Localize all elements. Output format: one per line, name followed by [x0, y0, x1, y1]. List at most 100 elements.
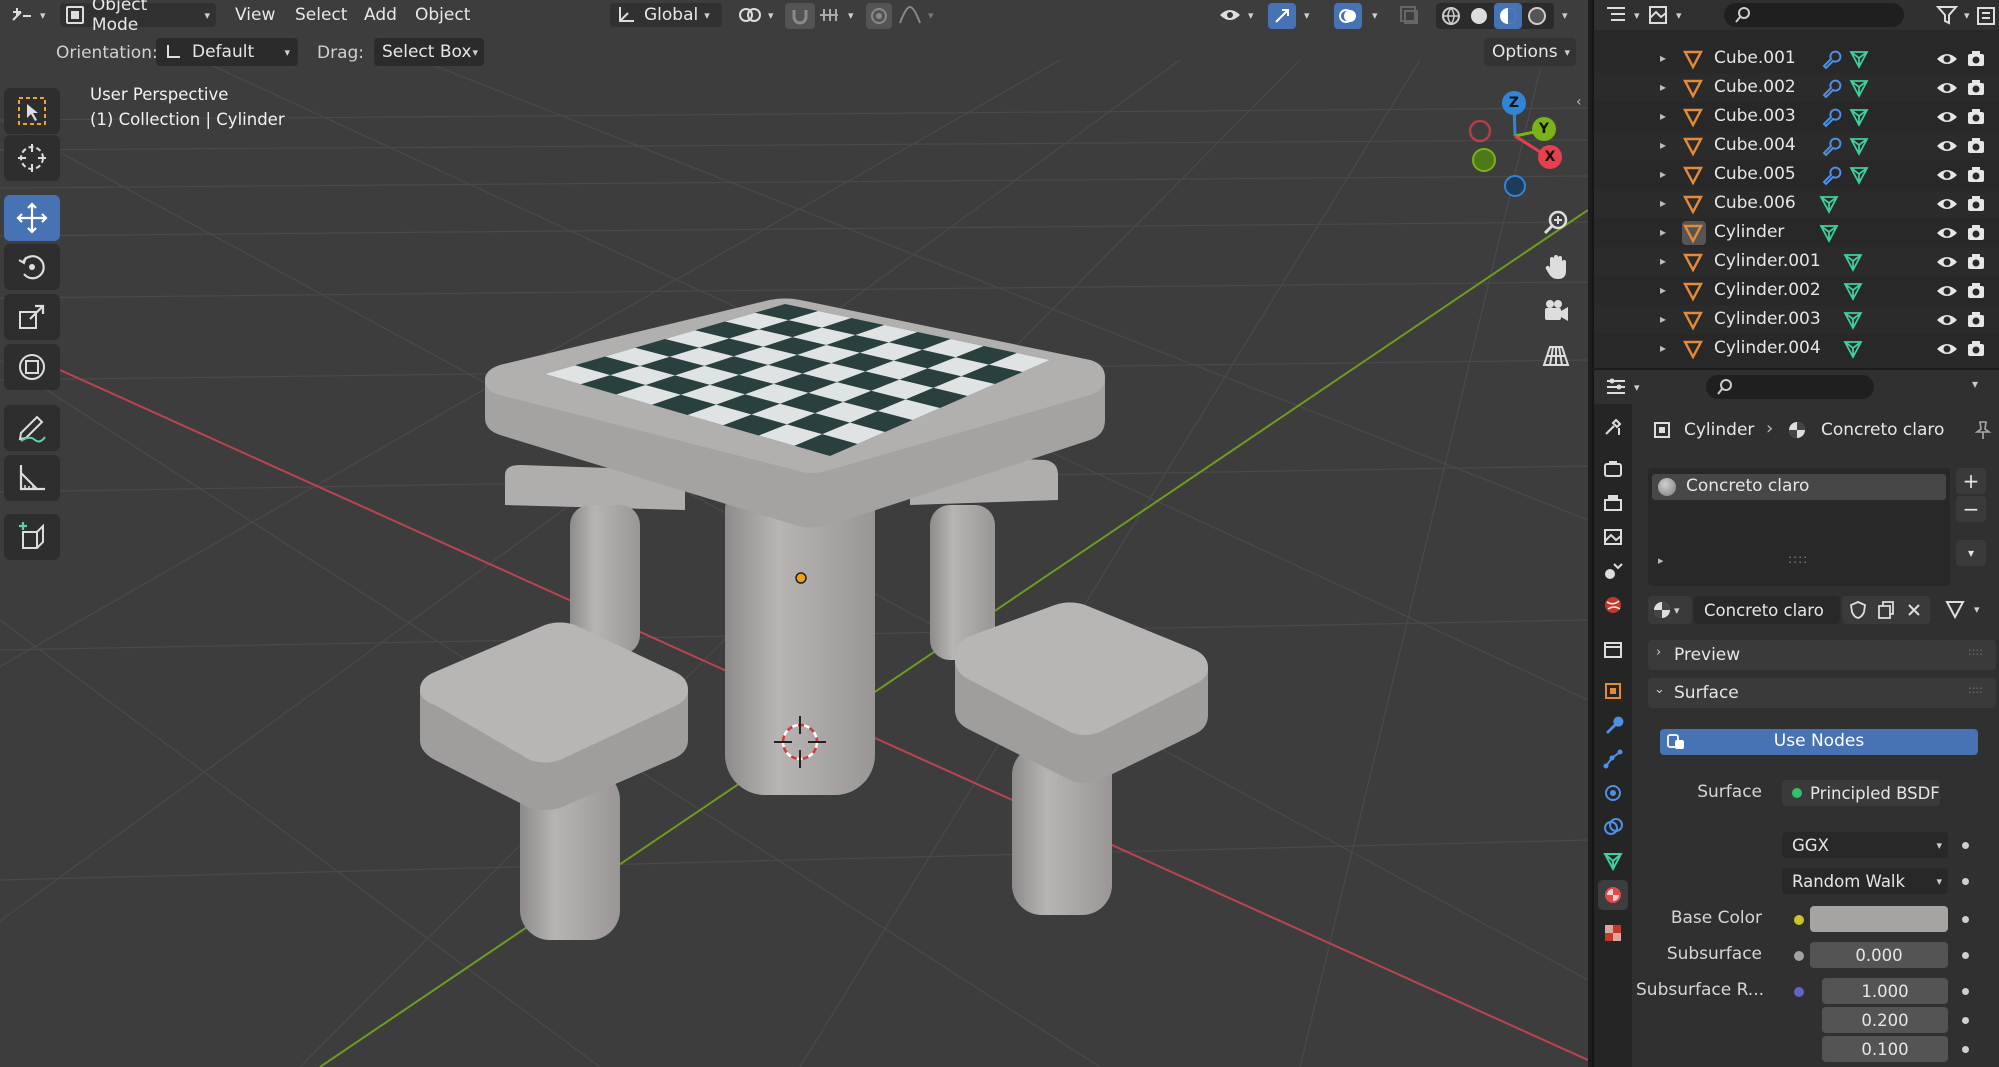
mesh-data-icon[interactable]: [1848, 106, 1870, 128]
expand-arrow-icon[interactable]: ▸: [1660, 167, 1666, 181]
options-dropdown[interactable]: Options ▾: [1484, 38, 1576, 66]
drag-handle-icon[interactable]: ::::: [1968, 683, 1983, 696]
output-tab[interactable]: [1598, 488, 1628, 518]
pan-button[interactable]: [1536, 247, 1576, 287]
material-slots-list[interactable]: Concreto claro ▸ ::::: [1648, 468, 1950, 586]
add-cube-tool[interactable]: [4, 514, 60, 560]
surface-shader-field[interactable]: Principled BSDF: [1782, 780, 1940, 806]
overlays-toggle[interactable]: [1334, 3, 1362, 29]
shading-dropdown[interactable]: ▾: [1556, 3, 1568, 27]
camera-render-icon[interactable]: [1966, 310, 1986, 330]
outliner-row[interactable]: ▸ Cube.001: [1594, 44, 1999, 73]
drag-setting-dropdown[interactable]: Select Box ▾: [374, 38, 484, 66]
expand-arrow-icon[interactable]: ▸: [1660, 196, 1666, 210]
camera-render-icon[interactable]: [1966, 49, 1986, 69]
eye-icon[interactable]: [1936, 310, 1958, 330]
object-tab[interactable]: [1598, 676, 1628, 706]
camera-render-icon[interactable]: [1966, 136, 1986, 156]
outliner-object-name[interactable]: Cube.001: [1714, 48, 1796, 68]
outliner-object-name[interactable]: Cube.004: [1714, 135, 1796, 155]
gizmo-x[interactable]: X: [1538, 145, 1562, 169]
render-tab[interactable]: [1598, 454, 1628, 484]
subsurface-method-dropdown[interactable]: Random Walk ▾: [1782, 868, 1948, 894]
expand-arrow-icon[interactable]: ▸: [1660, 109, 1666, 123]
wireframe-shading-icon[interactable]: [1440, 5, 1462, 27]
eye-icon[interactable]: [1936, 78, 1958, 98]
modifiers-tab[interactable]: [1598, 710, 1628, 740]
menu-select[interactable]: Select: [295, 3, 347, 27]
material-specials-menu[interactable]: ▾: [1956, 540, 1986, 566]
solid-shading-icon[interactable]: [1468, 5, 1490, 27]
list-resize-grip-icon[interactable]: ::::: [1788, 552, 1808, 566]
material-tab[interactable]: [1598, 880, 1628, 910]
expand-arrow-icon[interactable]: ▸: [1660, 51, 1666, 65]
expand-arrow-icon[interactable]: ▸: [1660, 80, 1666, 94]
remove-material-slot-button[interactable]: −: [1956, 496, 1986, 522]
filter-dropdown[interactable]: ▾: [1936, 4, 1970, 26]
camera-view-button[interactable]: [1536, 291, 1576, 331]
outliner-row[interactable]: ▸ Cube.004: [1594, 131, 1999, 160]
mesh-data-icon[interactable]: [1848, 164, 1870, 186]
slot-list-expand-icon[interactable]: ▸: [1658, 554, 1664, 567]
mesh-data-icon[interactable]: [1842, 338, 1864, 360]
gizmo-y[interactable]: Y: [1532, 117, 1556, 141]
camera-render-icon[interactable]: [1966, 165, 1986, 185]
mesh-data-icon[interactable]: [1848, 48, 1870, 70]
properties-editor-type[interactable]: ▾: [1604, 376, 1640, 398]
camera-render-icon[interactable]: [1966, 339, 1986, 359]
expand-arrow-icon[interactable]: ▸: [1660, 225, 1666, 239]
expand-arrow-icon[interactable]: ▸: [1660, 341, 1666, 355]
menu-view[interactable]: View: [235, 3, 275, 27]
wrench-icon[interactable]: [1820, 106, 1842, 128]
gizmo-dropdown[interactable]: ▾: [1298, 3, 1310, 27]
annotate-tool[interactable]: [4, 405, 60, 451]
constraints-tab[interactable]: [1598, 812, 1628, 842]
data-tab[interactable]: [1598, 846, 1628, 876]
outliner-object-name[interactable]: Cylinder.004: [1714, 338, 1821, 358]
subsurface-field[interactable]: 0.000: [1810, 942, 1948, 968]
keyframe-dot-icon[interactable]: [1962, 842, 1969, 849]
outliner-row[interactable]: ▸ Cylinder.004: [1594, 334, 1999, 363]
rendered-shading-icon[interactable]: [1526, 5, 1548, 27]
visibility-dropdown[interactable]: ▾: [1218, 3, 1254, 27]
collection-tab[interactable]: [1598, 634, 1628, 664]
unlink-material-icon[interactable]: [1904, 600, 1924, 625]
expand-arrow-icon[interactable]: ▸: [1660, 283, 1666, 297]
keyframe-dot-icon[interactable]: [1962, 952, 1969, 959]
camera-render-icon[interactable]: [1966, 223, 1986, 243]
outliner-search-input[interactable]: [1724, 3, 1904, 27]
viewport-scene[interactable]: [0, 0, 1588, 1067]
camera-render-icon[interactable]: [1966, 78, 1986, 98]
display-mode-dropdown[interactable]: ▾: [1646, 4, 1682, 26]
snap-toggle[interactable]: [785, 3, 815, 29]
measure-tool[interactable]: [4, 455, 60, 501]
keyframe-dot-icon[interactable]: [1962, 878, 1969, 885]
eye-icon[interactable]: [1936, 107, 1958, 127]
gizmo-toggle[interactable]: [1268, 3, 1296, 29]
mesh-data-icon[interactable]: [1842, 309, 1864, 331]
outliner-object-name[interactable]: Cube.006: [1714, 193, 1796, 213]
scene-tab[interactable]: [1598, 556, 1628, 586]
vector-socket-icon[interactable]: [1794, 987, 1804, 997]
3d-viewport[interactable]: Z Y X ▾ Object Mode ▾ View Select Add Ob…: [0, 0, 1588, 1067]
fake-user-shield-icon[interactable]: [1848, 600, 1868, 625]
outliner-object-name[interactable]: Cube.003: [1714, 106, 1796, 126]
eye-icon[interactable]: [1936, 281, 1958, 301]
expand-arrow-icon[interactable]: ▸: [1660, 254, 1666, 268]
wrench-icon[interactable]: [1820, 77, 1842, 99]
base-color-swatch[interactable]: [1810, 906, 1948, 932]
pin-icon[interactable]: [1974, 420, 1992, 445]
orientation-setting-dropdown[interactable]: Default ▾: [156, 38, 298, 66]
editor-type-button[interactable]: ▾: [10, 3, 46, 27]
transform-orientation-dropdown[interactable]: Global ▾: [610, 3, 722, 27]
scale-tool[interactable]: [4, 294, 60, 340]
eye-icon[interactable]: [1936, 194, 1958, 214]
xray-toggle[interactable]: [1398, 3, 1420, 27]
subsurface-radius-y-field[interactable]: 0.200: [1822, 1007, 1948, 1033]
falloff-button[interactable]: ▾: [898, 3, 934, 27]
menu-object[interactable]: Object: [415, 3, 470, 27]
use-nodes-button[interactable]: Use Nodes: [1660, 729, 1978, 755]
camera-render-icon[interactable]: [1966, 252, 1986, 272]
outliner-editor-type[interactable]: ▾: [1604, 4, 1640, 26]
outliner-row[interactable]: ▸ Cube.003: [1594, 102, 1999, 131]
